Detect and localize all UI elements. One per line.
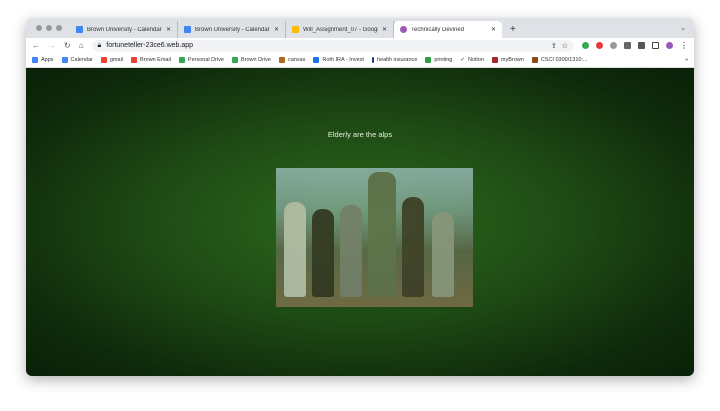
bookmarks-bar: Apps Calendar gmail Brown Email Personal… (26, 53, 694, 68)
bookmark[interactable]: Brown Email (131, 57, 171, 63)
browser-window: Brown University - Calendar - ✕ Brown Uni… (26, 18, 694, 376)
lock-icon: 🔒︎ (97, 41, 102, 49)
reload-icon[interactable]: ↻ (64, 41, 71, 50)
toolbar: ← → ↻ ⌂ 🔒︎ fortuneteller-23ce6.web.app ⇪ ☆ … (26, 38, 694, 53)
fortune-text: Elderly are the alps (327, 130, 393, 139)
new-tab-button[interactable]: + (502, 24, 524, 38)
tab-bar: Brown University - Calendar - ✕ Brown Uni… (26, 18, 694, 38)
close-icon[interactable]: ✕ (491, 26, 496, 33)
bookmark[interactable]: health insurance (371, 57, 417, 63)
roth-icon (313, 57, 320, 63)
bookmark[interactable]: printing (425, 57, 452, 63)
drive-icon (231, 57, 238, 63)
puzzle-icon[interactable] (638, 42, 645, 49)
bookmark[interactable]: Calendar (61, 57, 93, 63)
bookmark[interactable]: CSCI 0300/1310:... (531, 57, 588, 63)
calendar-icon (61, 57, 68, 63)
share-icon[interactable]: ⇪ (551, 42, 557, 50)
url-text: fortuneteller-23ce6.web.app (106, 42, 194, 49)
close-icon[interactable]: ✕ (166, 26, 171, 33)
apps-icon (32, 57, 38, 63)
csci-icon (531, 57, 538, 63)
tab-search-chevron-icon[interactable]: ⌄ (680, 24, 686, 32)
bookmark[interactable]: canvas (278, 57, 305, 63)
star-icon[interactable]: ☆ (562, 42, 568, 50)
site-icon (400, 26, 407, 33)
extensions: ⋮ (582, 41, 688, 50)
back-icon[interactable]: ← (32, 41, 40, 50)
page-content: Elderly are the alps (26, 68, 694, 376)
gmail-icon (100, 57, 107, 63)
canvas-icon (278, 57, 285, 63)
bookmark[interactable]: gmail (100, 57, 123, 63)
calendar-icon (76, 26, 83, 33)
calendar-icon (184, 26, 191, 33)
tab-calendar-1[interactable]: Brown University - Calendar - ✕ (70, 21, 178, 38)
home-icon[interactable]: ⌂ (79, 41, 84, 50)
menu-icon[interactable]: ⋮ (680, 41, 688, 50)
drive-icon (178, 57, 185, 63)
bookmark[interactable]: Personal Drive (178, 57, 224, 63)
mybrown-icon (491, 57, 498, 63)
tab-assignment[interactable]: Will_Assignment_07 - Google ✕ (286, 21, 394, 38)
extension-icon[interactable] (610, 42, 617, 49)
bookmark[interactable]: ✓ Notion (460, 57, 484, 63)
opera-icon[interactable] (596, 42, 603, 49)
close-icon[interactable]: ✕ (274, 26, 279, 33)
drive-icon (292, 26, 299, 33)
check-icon: ✓ (460, 57, 465, 63)
sidebar-icon[interactable] (652, 42, 659, 49)
avatar[interactable] (666, 42, 673, 49)
close-icon[interactable]: ✕ (382, 26, 387, 33)
window-controls[interactable] (30, 25, 70, 38)
tab-calendar-2[interactable]: Brown University - Calendar - ✕ (178, 21, 286, 38)
address-bar[interactable]: 🔒︎ fortuneteller-23ce6.web.app ⇪ ☆ (91, 39, 574, 52)
forward-icon[interactable]: → (48, 41, 56, 50)
bookmark[interactable]: myBrown (491, 57, 524, 63)
grammarly-icon[interactable] (582, 42, 589, 49)
gmail-icon (131, 57, 138, 63)
fortune-image (276, 168, 473, 307)
bookmark[interactable]: Brown Drive (231, 57, 271, 63)
extension-icon[interactable] (624, 42, 631, 49)
more-bookmarks-icon[interactable]: » (685, 57, 688, 63)
bookmark[interactable]: Apps (32, 57, 54, 63)
tab-technically-devined[interactable]: Technically Devined ✕ (394, 21, 502, 38)
bookmark[interactable]: Roth IRA - Invest (313, 57, 364, 63)
health-icon (371, 57, 374, 63)
printing-icon (425, 57, 432, 63)
